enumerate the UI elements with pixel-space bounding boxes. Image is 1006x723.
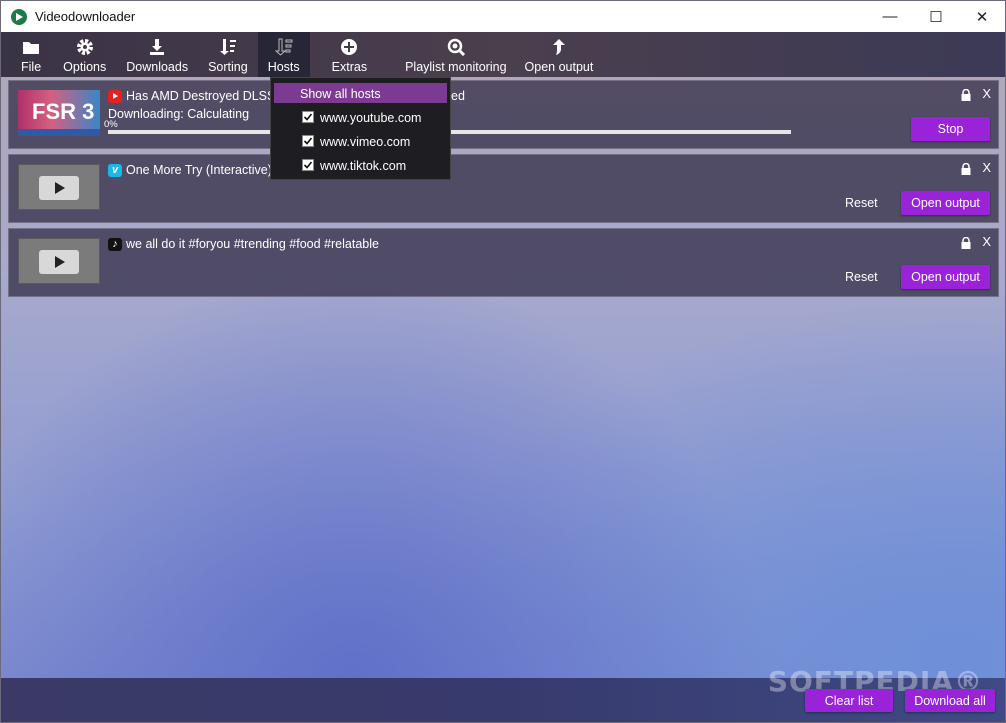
remove-row-button[interactable]: X (982, 160, 991, 175)
file-menu-button[interactable]: File (1, 32, 53, 77)
options-menu-button[interactable]: Options (53, 32, 116, 77)
show-all-hosts-item[interactable]: Show all hosts (300, 87, 381, 101)
remove-row-button[interactable]: X (982, 234, 991, 249)
clear-list-button[interactable]: Clear list (805, 689, 893, 712)
video-thumbnail-placeholder (18, 238, 100, 284)
options-label: Options (63, 60, 107, 74)
magnifier-icon (447, 36, 465, 58)
main-area: File Options Downloads Sorting Hosts Ext… (1, 32, 1005, 722)
title-bar: Videodownloader — ☐ ✕ (1, 1, 1005, 32)
remove-row-button[interactable]: X (982, 86, 991, 101)
download-icon (148, 36, 166, 58)
thumbnail-band (18, 129, 100, 136)
maximize-button[interactable]: ☐ (913, 1, 959, 32)
sorting-menu-button[interactable]: Sorting (198, 32, 258, 77)
downloads-label: Downloads (126, 60, 189, 74)
playlist-label: Playlist monitoring (405, 60, 507, 74)
checkmark-icon (303, 161, 313, 169)
window-controls: — ☐ ✕ (867, 1, 1005, 32)
download-title: Has AMD Destroyed DLSS 3 (126, 89, 286, 103)
reset-button[interactable]: Reset (845, 270, 878, 284)
download-all-button[interactable]: Download all (905, 689, 995, 712)
video-thumbnail-placeholder (18, 164, 100, 210)
sorting-label: Sorting (208, 60, 248, 74)
reset-button[interactable]: Reset (845, 196, 878, 210)
vimeo-checkbox[interactable] (302, 135, 314, 147)
download-row[interactable]: FSR 3 Has AMD Destroyed DLSS 3 ed Downlo… (8, 80, 999, 149)
tiktok-host-label[interactable]: www.tiktok.com (320, 159, 406, 173)
checkmark-icon (303, 137, 313, 145)
extras-label: Extras (331, 60, 368, 74)
stop-button[interactable]: Stop (911, 117, 990, 141)
open-output-toolbar-button[interactable]: Open output (517, 32, 604, 77)
download-title: One More Try (Interactive) (126, 163, 272, 177)
file-label: File (21, 60, 42, 74)
lock-icon[interactable] (961, 88, 971, 101)
window-title: Videodownloader (35, 9, 136, 24)
lock-icon[interactable] (961, 236, 971, 249)
downloads-menu-button[interactable]: Downloads (116, 32, 198, 77)
download-row[interactable]: ♪ we all do it #foryou #trending #food #… (8, 228, 999, 297)
download-status: Downloading: Calculating (108, 107, 250, 121)
play-icon (39, 250, 79, 274)
lock-icon[interactable] (961, 162, 971, 175)
playlist-monitoring-button[interactable]: Playlist monitoring (381, 32, 516, 77)
download-title-text: Has AMD Destroyed DLSS 3 (126, 89, 286, 103)
progress-percent: 0% (104, 119, 118, 130)
gear-icon (76, 36, 94, 58)
youtube-checkbox[interactable] (302, 111, 314, 123)
download-row[interactable]: v One More Try (Interactive) X Reset Ope… (8, 154, 999, 223)
tiktok-checkbox[interactable] (302, 159, 314, 171)
app-logo-icon (11, 8, 27, 25)
video-thumbnail: FSR 3 (18, 90, 100, 136)
arrow-up-icon (550, 36, 568, 58)
plus-circle-icon (340, 36, 358, 58)
hosts-menu-button[interactable]: Hosts (257, 32, 310, 77)
thumbnail-text: FSR 3 (32, 99, 95, 124)
tiktok-icon: ♪ (108, 238, 122, 251)
open-output-button[interactable]: Open output (901, 191, 990, 215)
vimeo-host-label[interactable]: www.vimeo.com (320, 135, 410, 149)
open-output-button[interactable]: Open output (901, 265, 990, 289)
close-window-button[interactable]: ✕ (959, 1, 1005, 32)
youtube-icon (108, 90, 122, 103)
app-window: Videodownloader — ☐ ✕ File Options Downl… (0, 0, 1006, 723)
play-icon (39, 176, 79, 200)
extras-menu-button[interactable]: Extras (310, 32, 381, 77)
toolbar: File Options Downloads Sorting Hosts Ext… (1, 32, 1005, 77)
vimeo-icon: v (108, 164, 122, 177)
download-title-tail: ed (451, 89, 465, 103)
minimize-button[interactable]: — (867, 1, 913, 32)
sort-icon (219, 36, 237, 58)
bottom-bar: SOFTPEDIA® Clear list Download all (1, 665, 1005, 722)
filter-sort-icon (274, 36, 293, 58)
youtube-host-label[interactable]: www.youtube.com (320, 111, 421, 125)
checkmark-icon (303, 113, 313, 121)
download-title: we all do it #foryou #trending #food #re… (126, 237, 379, 251)
hosts-label: Hosts (267, 60, 300, 74)
hosts-dropdown: Show all hosts www.youtube.com www.vimeo… (270, 77, 451, 180)
folder-icon (22, 36, 40, 58)
open-output-label: Open output (524, 60, 594, 74)
